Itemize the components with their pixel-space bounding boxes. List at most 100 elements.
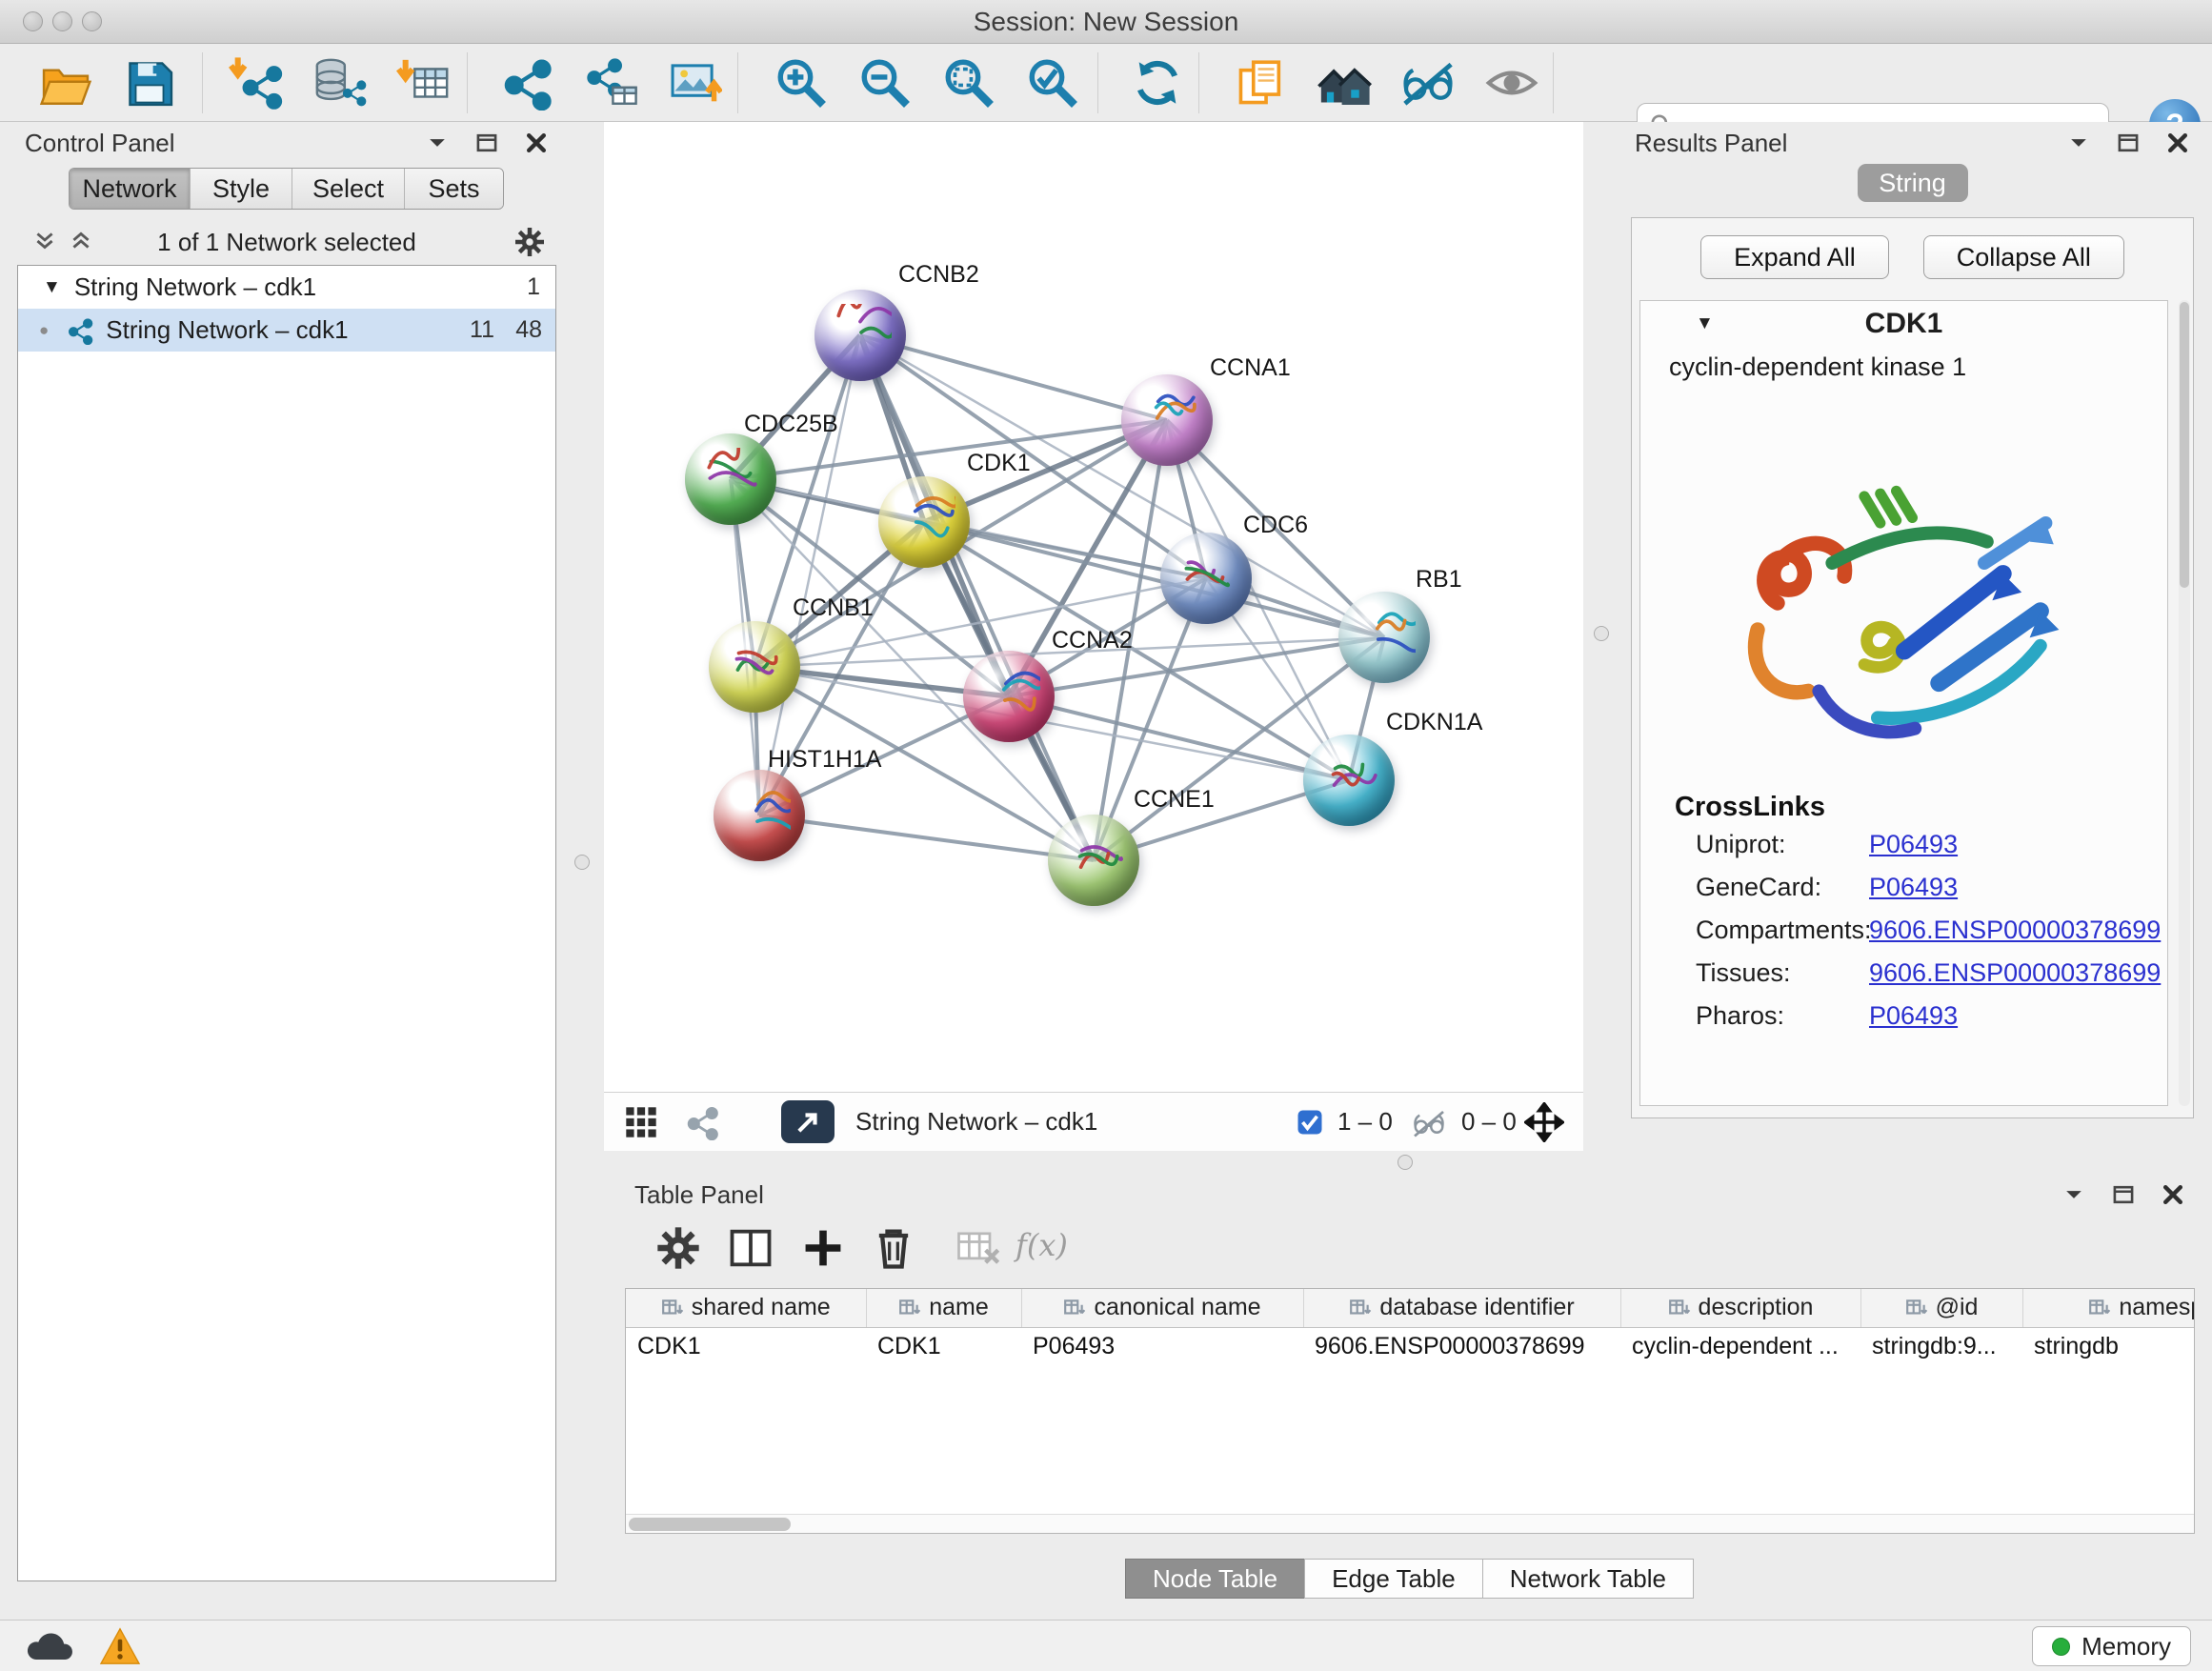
table-cell[interactable]: 9606.ENSP00000378699	[1303, 1327, 1620, 1365]
refresh-layout-icon[interactable]	[1130, 55, 1185, 111]
birds-eye-view-button[interactable]	[781, 1100, 835, 1143]
network-node-ccna1[interactable]	[1121, 374, 1213, 466]
maximize-window-button[interactable]	[82, 11, 102, 31]
zoom-selected-icon[interactable]	[1025, 55, 1080, 111]
float-panel-icon[interactable]	[474, 131, 499, 155]
table-horizontal-scrollbar[interactable]	[626, 1514, 2194, 1533]
home-icon[interactable]	[1317, 55, 1372, 111]
function-builder-button[interactable]: f(x)	[1016, 1227, 1068, 1263]
new-network-icon[interactable]	[499, 55, 554, 111]
network-canvas[interactable]: CCNB2CCNA1CDC25BCDK1CDC6RB1CCNB1CCNA2CDK…	[604, 122, 1583, 1092]
table-cell[interactable]: cyclin-dependent ...	[1620, 1327, 1860, 1365]
crosslink-link[interactable]: 9606.ENSP00000378699	[1869, 958, 2161, 988]
table-row[interactable]: CDK1CDK1P064939606.ENSP00000378699cyclin…	[626, 1327, 2195, 1365]
import-network-icon[interactable]	[229, 55, 284, 111]
panel-menu-icon[interactable]	[2061, 1182, 2086, 1207]
panel-menu-icon[interactable]	[425, 131, 450, 155]
column-header-name[interactable]: name	[866, 1289, 1021, 1327]
network-node-ccnb1[interactable]	[709, 621, 800, 713]
zoom-in-icon[interactable]	[774, 55, 829, 111]
selected-checkbox-icon[interactable]	[1296, 1108, 1324, 1137]
network-node-cdk1[interactable]	[878, 476, 970, 568]
section-collapse-icon[interactable]: ▼	[1696, 313, 1714, 334]
tab-style[interactable]: Style	[190, 169, 292, 209]
open-session-icon[interactable]	[38, 55, 93, 111]
network-row-selected[interactable]: ● String Network – cdk1 11 48	[18, 309, 555, 352]
table-cell[interactable]: CDK1	[866, 1327, 1021, 1365]
table-cell[interactable]: CDK1	[626, 1327, 866, 1365]
scrollbar-thumb[interactable]	[2180, 302, 2189, 588]
network-node-ccnb2[interactable]	[814, 290, 906, 381]
network-node-rb1[interactable]	[1338, 592, 1430, 683]
grid-view-icon[interactable]	[623, 1104, 659, 1140]
table-settings-gear-icon[interactable]	[654, 1223, 703, 1273]
minimize-window-button[interactable]	[52, 11, 72, 31]
close-window-button[interactable]	[23, 11, 43, 31]
save-session-icon[interactable]	[122, 55, 177, 111]
pan-move-icon[interactable]	[1524, 1102, 1564, 1142]
tab-edge-table[interactable]: Edge Table	[1304, 1559, 1483, 1599]
toggle-graphics-details-icon[interactable]	[1400, 55, 1456, 111]
network-table-icon[interactable]	[583, 55, 638, 111]
tab-sets[interactable]: Sets	[404, 169, 503, 209]
crosslink-link[interactable]: 9606.ENSP00000378699	[1869, 916, 2161, 945]
show-hide-panel-icon[interactable]	[1484, 55, 1539, 111]
tab-network-table[interactable]: Network Table	[1482, 1559, 1694, 1599]
float-panel-icon[interactable]	[2111, 1182, 2136, 1207]
collapse-all-button[interactable]: Collapse All	[1923, 235, 2124, 279]
horizontal-splitter-grip[interactable]	[1398, 1155, 1413, 1170]
network-collection-row[interactable]: ▼ String Network – cdk1 1	[18, 266, 555, 309]
copy-icon[interactable]	[1233, 55, 1288, 111]
network-node-cdc25b[interactable]	[685, 433, 776, 525]
tab-string[interactable]: String	[1858, 164, 1968, 202]
delete-column-trash-icon[interactable]	[869, 1223, 918, 1273]
tab-node-table[interactable]: Node Table	[1125, 1559, 1305, 1599]
vertical-splitter-grip-right[interactable]	[1594, 626, 1609, 641]
network-overview-icon[interactable]	[684, 1104, 720, 1140]
memory-button[interactable]: Memory	[2032, 1626, 2191, 1666]
network-node-ccne1[interactable]	[1048, 815, 1139, 906]
column-header-database-identifier[interactable]: database identifier	[1303, 1289, 1620, 1327]
zoom-out-icon[interactable]	[857, 55, 913, 111]
column-header-shared-name[interactable]: shared name	[626, 1289, 866, 1327]
table-cell[interactable]: P06493	[1021, 1327, 1303, 1365]
add-column-icon[interactable]	[798, 1223, 848, 1273]
network-node-hist1h1a[interactable]	[714, 770, 805, 861]
crosslink-link[interactable]: P06493	[1869, 1001, 1958, 1031]
tab-network[interactable]: Network	[70, 169, 190, 209]
column-header-description[interactable]: description	[1620, 1289, 1860, 1327]
crosslink-link[interactable]: P06493	[1869, 873, 1958, 902]
results-scrollbar[interactable]	[2179, 300, 2190, 1106]
column-header-canonical-name[interactable]: canonical name	[1021, 1289, 1303, 1327]
import-database-icon[interactable]	[312, 55, 368, 111]
vertical-splitter-grip-left[interactable]	[574, 855, 590, 870]
gear-icon[interactable]	[513, 225, 547, 259]
warning-icon[interactable]	[93, 1627, 147, 1665]
expand-all-networks-icon[interactable]	[69, 229, 93, 253]
export-image-icon[interactable]	[667, 55, 722, 111]
zoom-fit-icon[interactable]	[941, 55, 996, 111]
scrollbar-thumb[interactable]	[629, 1518, 791, 1531]
panel-menu-icon[interactable]	[2066, 131, 2091, 155]
hidden-glasses-icon[interactable]	[1412, 1106, 1446, 1140]
import-table-icon[interactable]	[396, 55, 452, 111]
table-cell[interactable]: stringdb:9...	[1860, 1327, 2022, 1365]
close-panel-icon[interactable]	[2161, 1182, 2185, 1207]
crosslink-link[interactable]: P06493	[1869, 830, 1958, 859]
network-node-cdkn1a[interactable]	[1303, 735, 1395, 826]
show-columns-icon[interactable]	[726, 1223, 775, 1273]
close-panel-icon[interactable]	[2165, 131, 2190, 155]
float-panel-icon[interactable]	[2116, 131, 2141, 155]
network-node-cdc6[interactable]	[1160, 533, 1252, 624]
cloud-icon[interactable]	[23, 1627, 76, 1665]
column-header-@id[interactable]: @id	[1860, 1289, 2022, 1327]
collapse-all-networks-icon[interactable]	[32, 229, 57, 253]
table-cell[interactable]: stringdb	[2022, 1327, 2195, 1365]
tab-select[interactable]: Select	[292, 169, 404, 209]
network-node-ccna2[interactable]	[963, 651, 1055, 742]
expand-all-button[interactable]: Expand All	[1700, 235, 1889, 279]
collapse-triangle-icon[interactable]: ▼	[43, 277, 61, 298]
close-panel-icon[interactable]	[524, 131, 549, 155]
column-header-namespace[interactable]: namespace	[2022, 1289, 2195, 1327]
delete-table-icon[interactable]	[953, 1223, 1002, 1273]
